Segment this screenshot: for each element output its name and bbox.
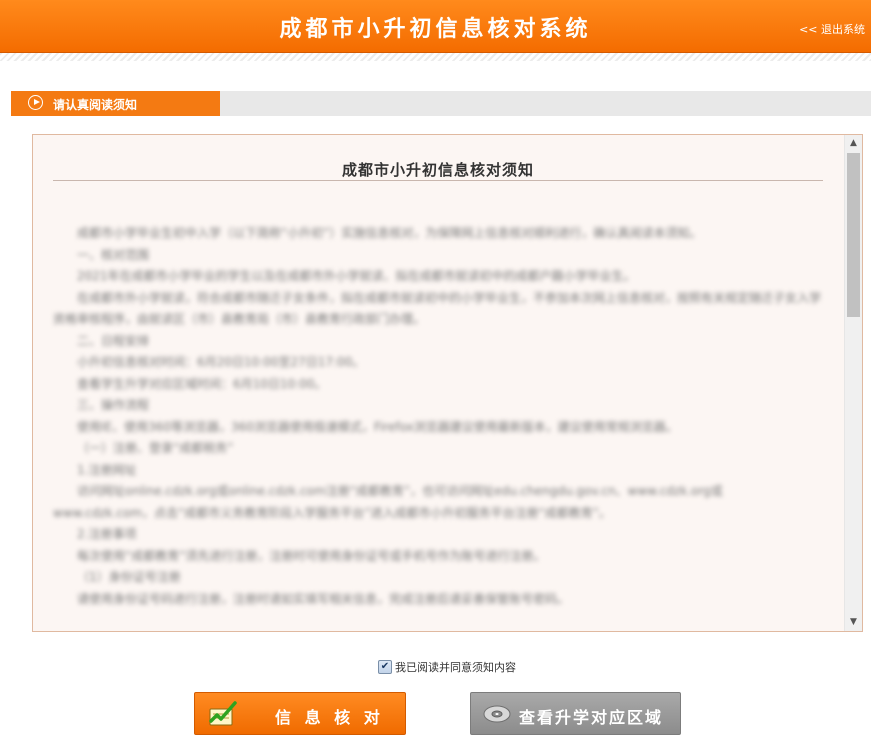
agree-row: ✔ 我已阅读并同意须知内容 (378, 659, 516, 675)
notice-paragraph: 请使用身份证号码进行注册，注册时请如实填写相关信息，完成注册后请妥善保管账号密码… (77, 591, 570, 606)
notice-paragraph: 使用IE、使用360等浏览器，360浏览器使用极速模式，Firefox浏览器建议… (77, 419, 678, 434)
scroll-up-arrow-icon[interactable]: ▲ (845, 135, 862, 152)
notice-paragraph: （一）注册、登录“成都税务” (77, 441, 234, 455)
scroll-down-arrow-icon[interactable]: ▼ (845, 614, 862, 631)
pencil-notepad-icon (209, 701, 237, 726)
notice-title: 成都市小升初信息核对须知 (53, 159, 823, 181)
notice-paragraph: 小升初信息核对时间：6月20日10:00至27日17:00。 (77, 355, 365, 369)
notice-panel[interactable]: 成都市小升初信息核对须知 成都市小学毕业生初中入学（以下简称“小升初”）实施信息… (32, 134, 863, 632)
verify-info-label: 信 息 核 对 (275, 708, 384, 727)
view-region-label: 查看升学对应区域 (519, 708, 664, 727)
scroll-thumb[interactable] (847, 153, 860, 317)
notice-paragraph: 每次使用“成都教育”须先进行注册，注册时可使用身份证号或手机号作为账号进行注册。 (77, 548, 546, 563)
header-divider (0, 53, 871, 61)
view-region-button[interactable]: 查看升学对应区域 (470, 692, 681, 735)
verify-info-button[interactable]: 信 息 核 对 (194, 692, 406, 735)
notice-paragraph: （1）身份证号注册 (77, 570, 181, 584)
section-bar: 请认真阅读须知 (11, 91, 871, 116)
section-tab: 请认真阅读须知 (11, 91, 220, 116)
notice-paragraph: 2.注册事项 (77, 527, 137, 541)
notice-scrollbar[interactable]: ▲ ▼ (844, 135, 862, 631)
agree-checkbox[interactable]: ✔ (378, 660, 392, 674)
notice-paragraph: 1.注册网址 (77, 462, 137, 477)
play-circle-icon (28, 95, 43, 110)
header-bar: 成都市小升初信息核对系统 << 退出系统 (0, 0, 871, 53)
logout-link[interactable]: << 退出系统 (799, 21, 865, 37)
notice-paragraph: 二、日程安排 (77, 333, 150, 348)
notice-body: 成都市小学毕业生初中入学（以下简称“小升初”）实施信息核对，为保障网上信息核对顺… (53, 223, 823, 610)
section-label: 请认真阅读须知 (53, 98, 138, 112)
notice-paragraph: 查看学生升学对应区域时间：6月10日10:00。 (77, 376, 327, 391)
notice-paragraph: 访问网址online.cdzk.org或online.cdzk.com注册“成都… (53, 484, 723, 520)
disc-icon (483, 705, 511, 723)
notice-paragraph: 三、操作流程 (77, 398, 150, 412)
page-title: 成都市小升初信息核对系统 (279, 17, 592, 42)
notice-paragraph: 一、核对范围 (77, 247, 150, 262)
notice-paragraph: 2021年在成都市小学毕业的学生以及在成都市外小学就读、拟在成都市就读初中的成都… (77, 269, 636, 283)
notice-paragraph: 在成都市外小学就读，符合成都市随迁子女条件，拟在成都市就读初中的小学毕业生，不参… (53, 290, 822, 327)
notice-paragraph: 成都市小学毕业生初中入学（以下简称“小升初”）实施信息核对，为保障网上信息核对顺… (77, 226, 702, 240)
agree-label[interactable]: 我已阅读并同意须知内容 (395, 659, 516, 675)
